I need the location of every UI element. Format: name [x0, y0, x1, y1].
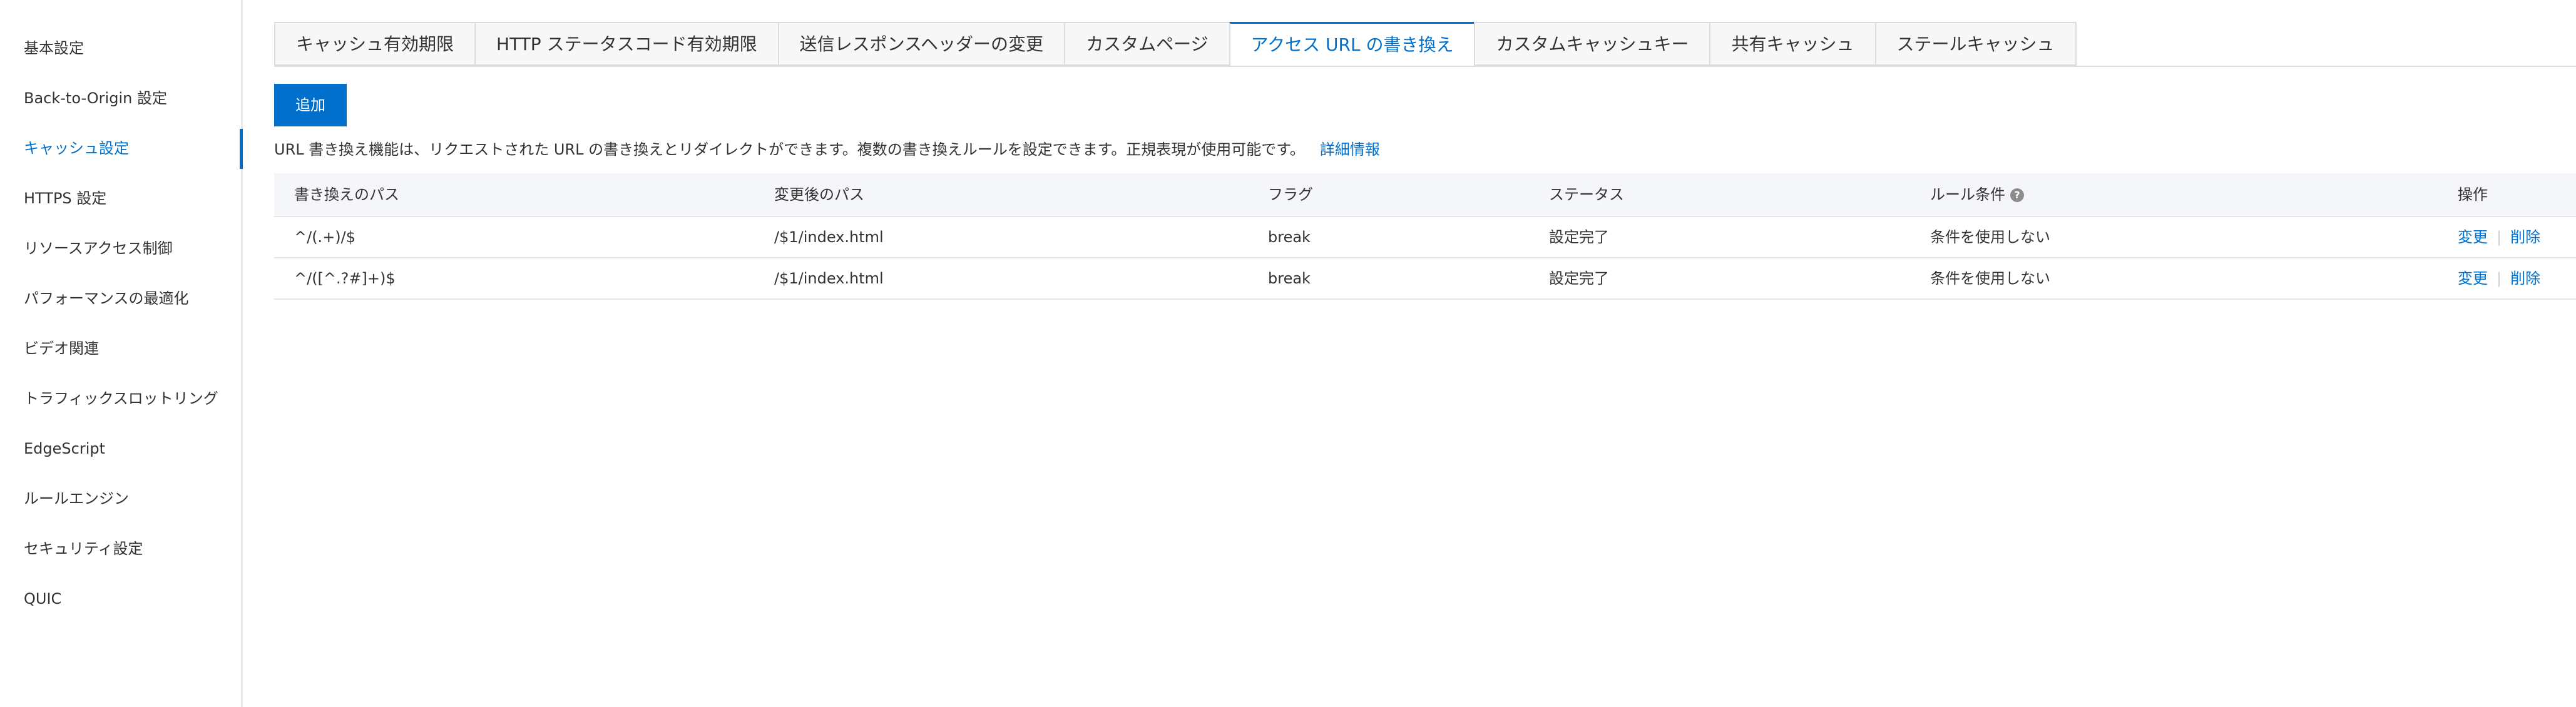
cell-original-path: ^/(.+)/$ — [294, 228, 356, 246]
rewrite-rules-table: 書き換えのパス 変更後のパス フラグ ステータス ルール条件? 操作 ^/(.+… — [274, 173, 2576, 300]
cell-status: 設定完了 — [1549, 228, 1609, 246]
sidebar-item-https[interactable]: HTTPS 設定 — [24, 189, 106, 208]
cell-flag: break — [1268, 228, 1311, 246]
url-rewrite-description: URL 書き換え機能は、リクエストされた URL の書き換えとリダイレクトができ… — [274, 139, 1380, 160]
tab-shared-cache[interactable]: 共有キャッシュ — [1709, 22, 1875, 66]
cell-rule-condition: 条件を使用しない — [1930, 270, 2050, 287]
edit-link[interactable]: 変更 — [2458, 228, 2488, 246]
header-actions: 操作 — [2458, 186, 2488, 203]
cell-flag: break — [1268, 270, 1311, 287]
delete-link[interactable]: 削除 — [2510, 228, 2540, 246]
sidebar: 基本設定 Back-to-Origin 設定 キャッシュ設定 HTTPS 設定 … — [0, 0, 243, 707]
details-link[interactable]: 詳細情報 — [1320, 141, 1380, 158]
sidebar-item-security[interactable]: セキュリティ設定 — [24, 539, 143, 558]
sidebar-item-back-to-origin[interactable]: Back-to-Origin 設定 — [24, 89, 167, 108]
cache-settings-tabs: キャッシュ有効期限 HTTP ステータスコード有効期限 送信レスポンスヘッダーの… — [274, 22, 2077, 67]
tabs-divider — [274, 66, 2576, 67]
sidebar-item-video[interactable]: ビデオ関連 — [24, 339, 99, 358]
table-header: 書き換えのパス 変更後のパス フラグ ステータス ルール条件? 操作 — [274, 173, 2576, 217]
header-target-path: 変更後のパス — [774, 186, 864, 203]
sidebar-item-rule-engine[interactable]: ルールエンジン — [24, 489, 129, 508]
action-separator: | — [2497, 270, 2502, 287]
sidebar-item-access-control[interactable]: リソースアクセス制御 — [24, 239, 173, 258]
cdn-config-page: 基本設定 Back-to-Origin 設定 キャッシュ設定 HTTPS 設定 … — [0, 0, 2576, 707]
cell-actions: 変更 | 削除 — [2458, 258, 2540, 298]
header-rule-condition: ルール条件? — [1930, 173, 2024, 216]
tab-stale-cache[interactable]: ステールキャッシュ — [1874, 22, 2077, 66]
tab-url-rewrite[interactable]: アクセス URL の書き換え — [1229, 22, 1475, 67]
cell-rule-condition: 条件を使用しない — [1930, 228, 2050, 246]
tab-custom-cache-key[interactable]: カスタムキャッシュキー — [1474, 22, 1710, 66]
action-separator: | — [2497, 228, 2502, 246]
sidebar-item-traffic-throttling[interactable]: トラフィックスロットリング — [24, 389, 218, 408]
tab-status-code-expiration[interactable]: HTTP ステータスコード有効期限 — [474, 22, 778, 66]
header-status: ステータス — [1549, 186, 1624, 203]
header-original-path: 書き換えのパス — [294, 186, 399, 203]
sidebar-item-quic[interactable]: QUIC — [24, 589, 61, 608]
sidebar-item-edgescript[interactable]: EdgeScript — [24, 439, 105, 458]
sidebar-item-cache-settings[interactable]: キャッシュ設定 — [24, 139, 129, 158]
table-row: ^/(.+)/$ /$1/index.html break 設定完了 条件を使用… — [274, 217, 2576, 258]
header-rule-condition-label: ルール条件 — [1930, 186, 2005, 203]
header-flag: フラグ — [1268, 186, 1313, 203]
tab-cache-expiration[interactable]: キャッシュ有効期限 — [274, 22, 475, 66]
table-row: ^/([^.?#]+)$ /$1/index.html break 設定完了 条… — [274, 258, 2576, 300]
cell-status: 設定完了 — [1549, 270, 1609, 287]
add-button[interactable]: 追加 — [274, 84, 347, 126]
description-text: URL 書き換え機能は、リクエストされた URL の書き換えとリダイレクトができ… — [274, 141, 1305, 158]
sidebar-item-performance[interactable]: パフォーマンスの最適化 — [24, 289, 189, 308]
sidebar-item-basic-settings[interactable]: 基本設定 — [24, 39, 84, 58]
cell-target-path: /$1/index.html — [774, 228, 884, 246]
delete-link[interactable]: 削除 — [2510, 270, 2540, 287]
edit-link[interactable]: 変更 — [2458, 270, 2488, 287]
tab-custom-page[interactable]: カスタムページ — [1064, 22, 1229, 66]
sidebar-active-indicator — [240, 129, 243, 169]
tab-response-headers[interactable]: 送信レスポンスヘッダーの変更 — [777, 22, 1065, 66]
cell-target-path: /$1/index.html — [774, 270, 884, 287]
cell-actions: 変更 | 削除 — [2458, 217, 2540, 257]
question-circle-icon[interactable]: ? — [2010, 188, 2024, 202]
cell-original-path: ^/([^.?#]+)$ — [294, 270, 396, 287]
